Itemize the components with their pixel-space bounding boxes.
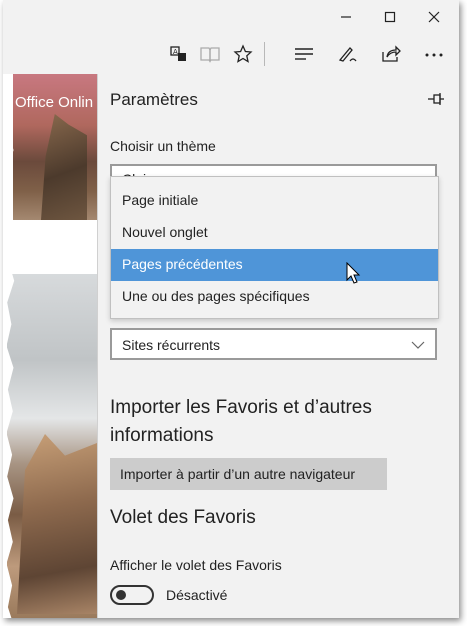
hub-icon[interactable]: [291, 41, 317, 67]
web-page: Office Onlin: [3, 74, 97, 618]
favorites-bar-heading: Volet des Favoris: [110, 507, 256, 528]
option-nouvel-onglet[interactable]: Nouvel onglet: [111, 217, 438, 249]
toolbar-separator: [264, 42, 265, 66]
browser-window: A Office Onlin Paramètres Choisir un thè…: [3, 0, 459, 618]
new-tab-select[interactable]: Sites récurrents: [110, 328, 437, 360]
reading-view-icon[interactable]: [197, 41, 223, 67]
theme-label: Choisir un thème: [110, 138, 216, 154]
svg-text:A: A: [173, 48, 178, 56]
settings-panel: Paramètres Choisir un thème Clair Page i…: [97, 74, 459, 618]
import-heading: Importer les Favoris et d’autres informa…: [110, 394, 372, 450]
toggle-state-label: Désactivé: [166, 587, 228, 603]
favorite-star-icon[interactable]: [230, 41, 256, 67]
option-pages-specifiques[interactable]: Une ou des pages spécifiques: [111, 281, 438, 313]
title-bar: [3, 0, 459, 34]
browser-toolbar: A: [3, 34, 459, 74]
office-online-tile[interactable]: Office Onlin: [15, 94, 93, 111]
maximize-icon[interactable]: [377, 4, 403, 30]
open-with-dropdown: Page initiale Nouvel onglet Pages précéd…: [110, 176, 439, 319]
more-icon[interactable]: [421, 41, 447, 67]
web-note-icon[interactable]: [335, 41, 361, 67]
favorites-bar-label: Afficher le volet des Favoris: [110, 557, 282, 573]
chevron-down-icon: [411, 341, 425, 349]
minimize-icon[interactable]: [333, 4, 359, 30]
translate-icon[interactable]: A: [166, 41, 192, 67]
import-button[interactable]: Importer à partir d’un autre navigateur: [110, 458, 387, 490]
import-heading-line1: Importer les Favoris et d’autres: [110, 397, 372, 418]
favorites-bar-toggle[interactable]: [110, 585, 154, 605]
close-icon[interactable]: [421, 4, 447, 30]
pin-icon[interactable]: [426, 90, 446, 108]
import-heading-line2: informations: [110, 425, 214, 446]
toggle-knob: [116, 590, 126, 600]
share-icon[interactable]: [378, 41, 404, 67]
option-page-initiale[interactable]: Page initiale: [111, 185, 438, 217]
option-pages-precedentes[interactable]: Pages précédentes: [111, 249, 438, 281]
panel-title: Paramètres: [110, 90, 198, 109]
new-tab-select-value: Sites récurrents: [122, 337, 221, 353]
mouse-cursor-icon: [346, 262, 361, 284]
